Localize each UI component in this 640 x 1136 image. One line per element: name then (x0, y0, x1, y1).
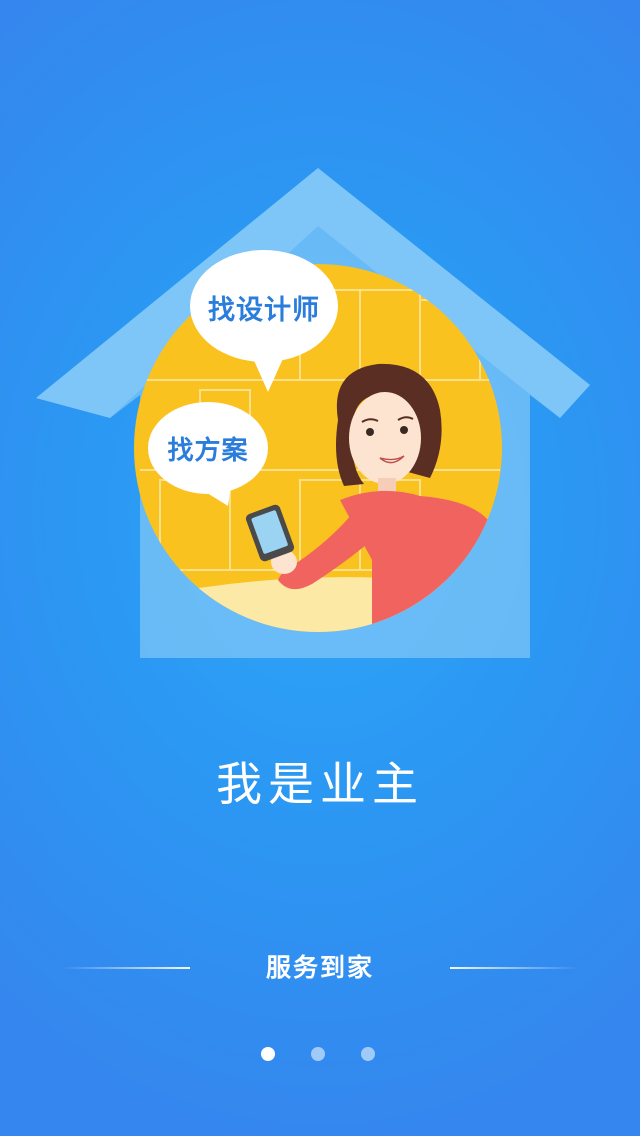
tagline: 服务到家 (265, 953, 374, 982)
bubble-label-find-plan: 找方案 (167, 435, 249, 466)
divider-left (62, 967, 190, 969)
page-dot-3[interactable] (361, 1047, 375, 1061)
house-scene-graphic (36, 168, 590, 658)
tagline-row: 服务到家 (0, 948, 640, 988)
bubble-label-find-designer: 找设计师 (208, 294, 320, 326)
page-dot-1-active[interactable] (261, 1047, 275, 1061)
onboarding-screen: 找设计师 找方案 我是业主 服务到家 (0, 0, 640, 1136)
page-dot-2[interactable] (311, 1047, 325, 1061)
divider-right (450, 967, 578, 969)
page-title: 我是业主 (216, 757, 424, 811)
page-indicator (0, 1044, 640, 1064)
owner-illustration: 找设计师 找方案 (0, 0, 640, 700)
